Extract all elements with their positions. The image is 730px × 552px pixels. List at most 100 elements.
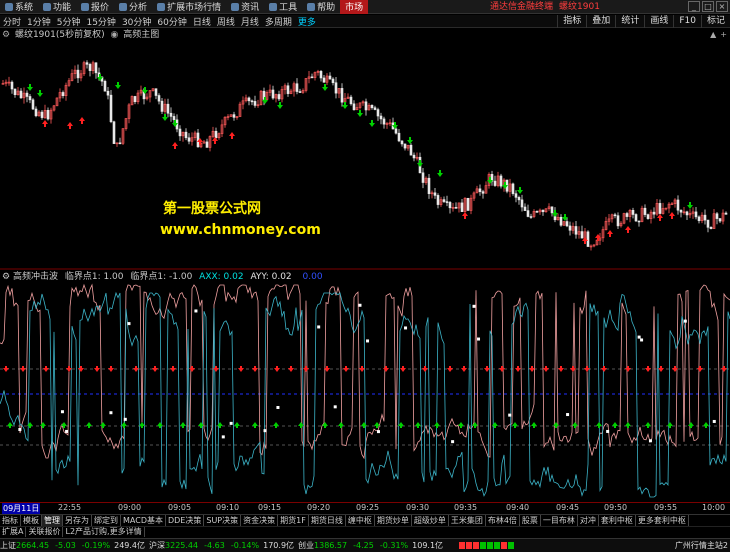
period-5[interactable]: 60分钟 <box>154 15 189 28</box>
menu-item-label: 系统 <box>15 3 34 13</box>
menu-item-6[interactable]: 工具 <box>264 0 302 14</box>
indicator-tab-15[interactable]: 布林4倍 <box>486 515 520 526</box>
period-6[interactable]: 日线 <box>190 15 214 28</box>
index-price: 3225.44 <box>165 541 199 550</box>
candle-body <box>370 104 374 109</box>
server-status[interactable]: 广州行情主站2 <box>675 539 728 552</box>
marker-dot <box>65 429 69 433</box>
candle-body <box>397 132 401 142</box>
up-arrow-icon[interactable]: ▲ <box>710 30 716 39</box>
menu-item-0[interactable]: 系统 <box>0 0 38 14</box>
indicator-tab-3[interactable]: 另存为 <box>63 515 92 526</box>
tool-button-0[interactable]: 指标 <box>557 15 586 28</box>
period-8[interactable]: 月线 <box>238 15 262 28</box>
sub-tab-0[interactable]: 扩展A <box>0 527 27 537</box>
candle-body <box>349 96 353 105</box>
candle-body <box>565 221 569 227</box>
marker-dot <box>640 338 644 342</box>
period-7[interactable]: 周线 <box>214 15 238 28</box>
menu-item-7[interactable]: 帮助 <box>302 0 340 14</box>
candle-body <box>112 121 116 144</box>
indicator-tab-17[interactable]: 一目布林 <box>541 515 578 526</box>
main-indicator-name[interactable]: 高频主图 <box>123 30 159 40</box>
news-icon <box>231 2 240 11</box>
plus-icon[interactable]: + <box>720 30 727 39</box>
indicator-tab-11[interactable]: 缠中枢 <box>346 515 375 526</box>
period-3[interactable]: 15分钟 <box>83 15 118 28</box>
period-1[interactable]: 1分钟 <box>24 15 54 28</box>
candle-body <box>310 76 314 79</box>
marker-dot <box>276 405 280 409</box>
period-4[interactable]: 30分钟 <box>119 15 154 28</box>
indicator-tab-6[interactable]: DDE决策 <box>166 515 205 526</box>
indicator-tab-16[interactable]: 股票 <box>520 515 541 526</box>
index-volume: 109.1亿 <box>412 541 444 550</box>
index-change: -4.63 <box>204 541 225 550</box>
marker-dot <box>263 429 267 433</box>
gear-icon[interactable]: ⚙ <box>2 30 10 40</box>
gear-icon[interactable]: ⚙ <box>2 272 10 282</box>
index-quote[interactable]: 沪深3225.44 -4.63 -0.14% 170.9亿 <box>149 540 294 551</box>
period-more[interactable]: 更多 <box>295 15 319 28</box>
period-0[interactable]: 分时 <box>0 15 24 28</box>
close-icon[interactable]: × <box>716 1 728 12</box>
menu-item-8[interactable]: 市场 <box>340 0 369 14</box>
tool-button-4[interactable]: F10 <box>673 15 701 28</box>
indicator-tab-4[interactable]: 绑定到 <box>92 515 121 526</box>
candle-body <box>160 100 164 112</box>
tool-button-1[interactable]: 叠加 <box>586 15 615 28</box>
settings-icon[interactable]: ◉ <box>110 30 118 40</box>
brand-name: 通达信金融终端 <box>490 2 554 12</box>
index-change: -5.03 <box>55 541 76 550</box>
tool-button-3[interactable]: 画线 <box>644 15 673 28</box>
indicator-tab-18[interactable]: 对冲 <box>578 515 599 526</box>
period-2[interactable]: 5分钟 <box>54 15 84 28</box>
indicator-tab-1[interactable]: 模板 <box>21 515 42 526</box>
main-price-chart[interactable] <box>0 42 730 270</box>
candle-body <box>319 71 323 79</box>
indicator-tab-0[interactable]: 指标 <box>0 515 21 526</box>
period-9[interactable]: 多周期 <box>262 15 295 28</box>
menu-bar: 系统 功能 报价 分析 扩展市场行情 资讯 工具 帮助 市场 通达信金融终端 螺纹1901 _ □ × <box>0 0 730 14</box>
time-label: 22:55 <box>58 503 82 512</box>
indicator-tab-8[interactable]: 资金决策 <box>241 515 279 526</box>
indicator-tab-12[interactable]: 期货炒单 <box>375 515 412 526</box>
marker-dot <box>221 435 225 439</box>
indicator-tab-10[interactable]: 期货日线 <box>309 515 346 526</box>
indicator-tab-5[interactable]: MACD基本 <box>121 515 166 526</box>
menu-item-4[interactable]: 扩展市场行情 <box>152 0 226 14</box>
minimize-icon[interactable]: _ <box>688 1 700 12</box>
candle-body <box>214 130 218 139</box>
tool-button-5[interactable]: 标记 <box>700 15 730 28</box>
menu-item-2[interactable]: 报价 <box>76 0 114 14</box>
indicator-tab-13[interactable]: 超级炒单 <box>412 515 449 526</box>
candle-body <box>187 137 191 142</box>
marker-dot <box>566 413 570 417</box>
menu-item-3[interactable]: 分析 <box>114 0 152 14</box>
indicator-tab-7[interactable]: SUP决策 <box>204 515 242 526</box>
indicator-tab-9[interactable]: 期货1F <box>278 515 309 526</box>
threshold-2: 临界点1: -1.00 <box>130 272 193 282</box>
candle-body <box>526 210 530 217</box>
sub-tab-2[interactable]: L2产品订购,更多详情 <box>63 527 145 537</box>
indicator-tab-19[interactable]: 套利中枢 <box>599 515 636 526</box>
indicator-chart[interactable] <box>0 283 730 501</box>
indicator-name[interactable]: 高频冲击波 <box>13 272 58 282</box>
indicator-tab-20[interactable]: 更多套利中枢 <box>636 515 689 526</box>
candle-body <box>517 197 521 201</box>
candle-body <box>34 108 38 117</box>
analysis-icon <box>119 2 128 11</box>
index-quote[interactable]: 创业1386.57 -4.25 -0.31% 109.1亿 <box>298 540 443 551</box>
candle-body <box>109 94 113 123</box>
breadth-bar <box>494 542 501 549</box>
candle-body <box>118 142 122 145</box>
index-quote[interactable]: 上证2664.45 -5.03 -0.19% 249.4亿 <box>0 540 145 551</box>
maximize-icon[interactable]: □ <box>702 1 714 12</box>
indicator-tab-2[interactable]: 管理 <box>42 515 63 526</box>
sub-tab-1[interactable]: 关联报价 <box>26 527 64 537</box>
tool-button-2[interactable]: 统计 <box>615 15 644 28</box>
menu-item-5[interactable]: 资讯 <box>226 0 264 14</box>
menu-item-1[interactable]: 功能 <box>38 0 76 14</box>
indicator-tab-14[interactable]: 王米集团 <box>449 515 486 526</box>
candle-body <box>295 83 299 92</box>
